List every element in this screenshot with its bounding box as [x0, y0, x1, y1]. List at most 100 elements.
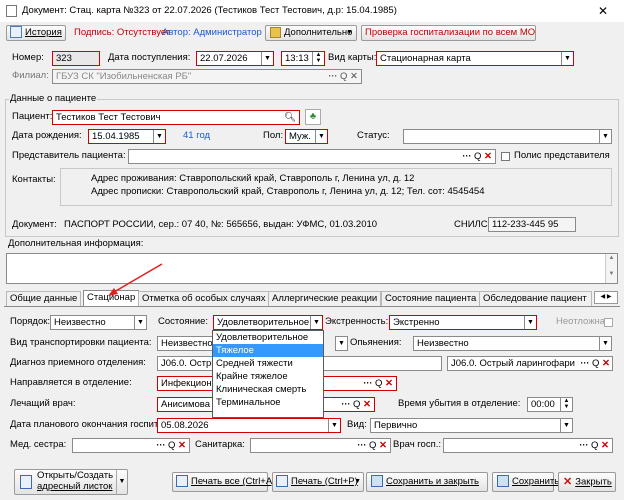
- chevron-down-icon[interactable]: ▼: [561, 52, 573, 65]
- scrollbar[interactable]: ▲ ▼: [605, 254, 617, 283]
- rep-policy-label: Полис представителя: [514, 150, 610, 161]
- patient-field[interactable]: Тестиков Тест Тестович 🔍︎: [52, 110, 300, 125]
- tab-allergies[interactable]: Аллергические реакции: [268, 291, 382, 306]
- card-type-select[interactable]: Стационарная карта ▼: [376, 51, 574, 66]
- state-dropdown-list[interactable]: Удовлетворительное Тяжелое Средней тяжес…: [212, 330, 324, 418]
- save-icon: [497, 475, 509, 488]
- state-option[interactable]: Удовлетворительное: [213, 331, 323, 344]
- chevron-down-icon[interactable]: ▼: [560, 419, 572, 432]
- calendar-dropdown-icon[interactable]: ▼: [261, 52, 273, 65]
- department-field[interactable]: Инфекционн: [157, 376, 213, 391]
- status-select[interactable]: ▼: [403, 129, 612, 144]
- admission-date-field[interactable]: 22.07.2026 ▼: [196, 51, 274, 66]
- doctor-field[interactable]: Анисимова: [157, 397, 213, 412]
- search-icon[interactable]: 🔍︎: [284, 111, 296, 124]
- chevron-down-icon[interactable]: ▼: [134, 316, 146, 329]
- orderly-field[interactable]: ··· Q ✕: [250, 438, 391, 453]
- diagnosis-code-field[interactable]: J06.0. Острый ларинг: [157, 356, 213, 371]
- department-actions[interactable]: ··· Q ✕: [323, 376, 397, 391]
- save-button[interactable]: Сохранить: [492, 472, 559, 492]
- chevron-down-icon[interactable]: ▼: [599, 130, 611, 143]
- print-icon: [276, 475, 288, 488]
- document-value: ПАСПОРТ РОССИИ, сер.: 07 40, №: 565656, …: [64, 219, 378, 230]
- nurse-field[interactable]: ··· Q ✕: [72, 438, 190, 453]
- extra-info-textarea[interactable]: ▲ ▼: [6, 253, 618, 284]
- transport-label: Вид транспортировки пациента:: [10, 337, 152, 348]
- chevron-down-icon[interactable]: ▼: [315, 130, 327, 143]
- time-spin-icon[interactable]: ▲ ▼: [560, 398, 572, 411]
- admission-date-label: Дата поступления:: [108, 52, 191, 63]
- hosp-check-button[interactable]: Проверка госпитализации по всем МО: [361, 25, 536, 41]
- tab-scroll-buttons[interactable]: ◀ ▶: [594, 291, 618, 304]
- state-option[interactable]: Средней тяжести: [213, 357, 323, 370]
- chevron-down-icon[interactable]: ▼: [310, 316, 322, 329]
- doctor-actions[interactable]: ··· Q ✕: [323, 397, 375, 412]
- history-button[interactable]: История: [6, 25, 66, 41]
- urgency-select[interactable]: Экстренно ▼: [389, 315, 537, 330]
- patient-card-icon[interactable]: ♣: [305, 109, 321, 125]
- dob-field[interactable]: 15.04.1985 ▼: [88, 129, 166, 144]
- open-create-address-button[interactable]: Открыть/Создать адресный листок ▼: [14, 469, 128, 495]
- number-field[interactable]: 323: [52, 51, 100, 66]
- representative-field[interactable]: ··· Q ✕: [128, 149, 496, 164]
- state-option[interactable]: Крайне тяжелое: [213, 370, 323, 383]
- sex-select[interactable]: Муж. ▼: [285, 129, 328, 144]
- print-all-button[interactable]: Печать все (Ctrl+A): [172, 472, 275, 492]
- urgent-checkbox[interactable]: [604, 318, 613, 327]
- diagnosis-field[interactable]: J06.0. Острый ларингофари ··· Q ✕: [447, 356, 613, 371]
- time-spin-icon[interactable]: ▲ ▼: [312, 52, 324, 65]
- contacts-label: Контакты:: [12, 174, 56, 185]
- diagnosis-right-stub[interactable]: [323, 356, 442, 371]
- chevron-down-icon[interactable]: ▼: [354, 473, 361, 491]
- signature-status[interactable]: Подпись: Отсутствует: [74, 26, 170, 40]
- branch-field[interactable]: ГБУЗ СК "Изобильненская РБ" ··· Q ✕: [52, 69, 362, 84]
- print-icon: [176, 475, 188, 488]
- nurse-actions[interactable]: ··· Q ✕: [156, 439, 186, 452]
- leave-time-label: Время убытия в отделение:: [398, 398, 521, 409]
- diagnosis-label: Диагноз приемного отделения:: [10, 357, 146, 368]
- resident-field[interactable]: ··· Q ✕: [443, 438, 613, 453]
- chevron-down-icon[interactable]: ▼: [524, 316, 536, 329]
- close-icon[interactable]: ✕: [598, 4, 608, 18]
- end-date-field[interactable]: 05.08.2026 ▼: [157, 418, 341, 433]
- leave-time-field[interactable]: 00:00 ▲ ▼: [527, 397, 573, 412]
- app-icon: [6, 5, 17, 17]
- calendar-dropdown-icon[interactable]: ▼: [328, 419, 340, 432]
- kind-select[interactable]: Первично ▼: [370, 418, 573, 433]
- snils-field[interactable]: 112-233-445 95: [488, 217, 576, 232]
- order-select[interactable]: Неизвестно ▼: [50, 315, 147, 330]
- close-button[interactable]: ✕ Закрыть: [558, 472, 616, 492]
- resident-label: Врач госп.:: [393, 439, 441, 450]
- urgency-label: Экстренность:: [325, 316, 389, 327]
- status-label: Статус:: [357, 130, 390, 141]
- admission-time-field[interactable]: 13:13 ▲ ▼: [281, 51, 325, 66]
- chevron-down-icon[interactable]: ▼: [116, 470, 127, 494]
- tab-general[interactable]: Общие данные: [6, 291, 82, 306]
- tab-patient-state[interactable]: Состояние пациента: [381, 291, 481, 306]
- save-close-button[interactable]: Сохранить и закрыть: [366, 472, 488, 492]
- chevron-down-icon[interactable]: ▼: [599, 337, 611, 350]
- diagnosis-actions[interactable]: ··· Q ✕: [580, 357, 610, 370]
- window-title: Документ: Стац. карта №323 от 22.07.2026…: [22, 5, 397, 16]
- branch-actions[interactable]: ··· Q ✕: [328, 70, 358, 83]
- document-icon: [20, 475, 32, 489]
- intox-select[interactable]: Неизвестно ▼: [413, 336, 612, 351]
- rep-policy-checkbox[interactable]: [501, 152, 510, 161]
- print-button[interactable]: Печать (Ctrl+P) ▼: [272, 472, 364, 492]
- doctor-label: Лечащий врач:: [10, 398, 76, 409]
- additional-button[interactable]: Дополнительно ▼: [265, 25, 357, 41]
- state-select[interactable]: Удовлетворительное ▼: [213, 315, 323, 330]
- resident-actions[interactable]: ··· Q ✕: [579, 439, 609, 452]
- transport-dropdown-icon[interactable]: ▼: [335, 336, 348, 351]
- representative-label: Представитель пациента:: [12, 150, 126, 161]
- orderly-actions[interactable]: ··· Q ✕: [357, 439, 387, 452]
- calendar-dropdown-icon[interactable]: ▼: [153, 130, 165, 143]
- state-option[interactable]: Клиническая смерть: [213, 383, 323, 396]
- representative-actions[interactable]: ··· Q ✕: [462, 150, 492, 163]
- title-bar: Документ: Стац. карта №323 от 22.07.2026…: [0, 0, 624, 22]
- order-label: Порядок:: [10, 316, 51, 327]
- address-live: Адрес проживания: Ставропольский край, С…: [91, 173, 415, 184]
- state-option-selected[interactable]: Тяжелое: [213, 344, 323, 357]
- tab-examination[interactable]: Обследование пациент: [479, 291, 592, 306]
- state-option[interactable]: Терминальное: [213, 396, 323, 409]
